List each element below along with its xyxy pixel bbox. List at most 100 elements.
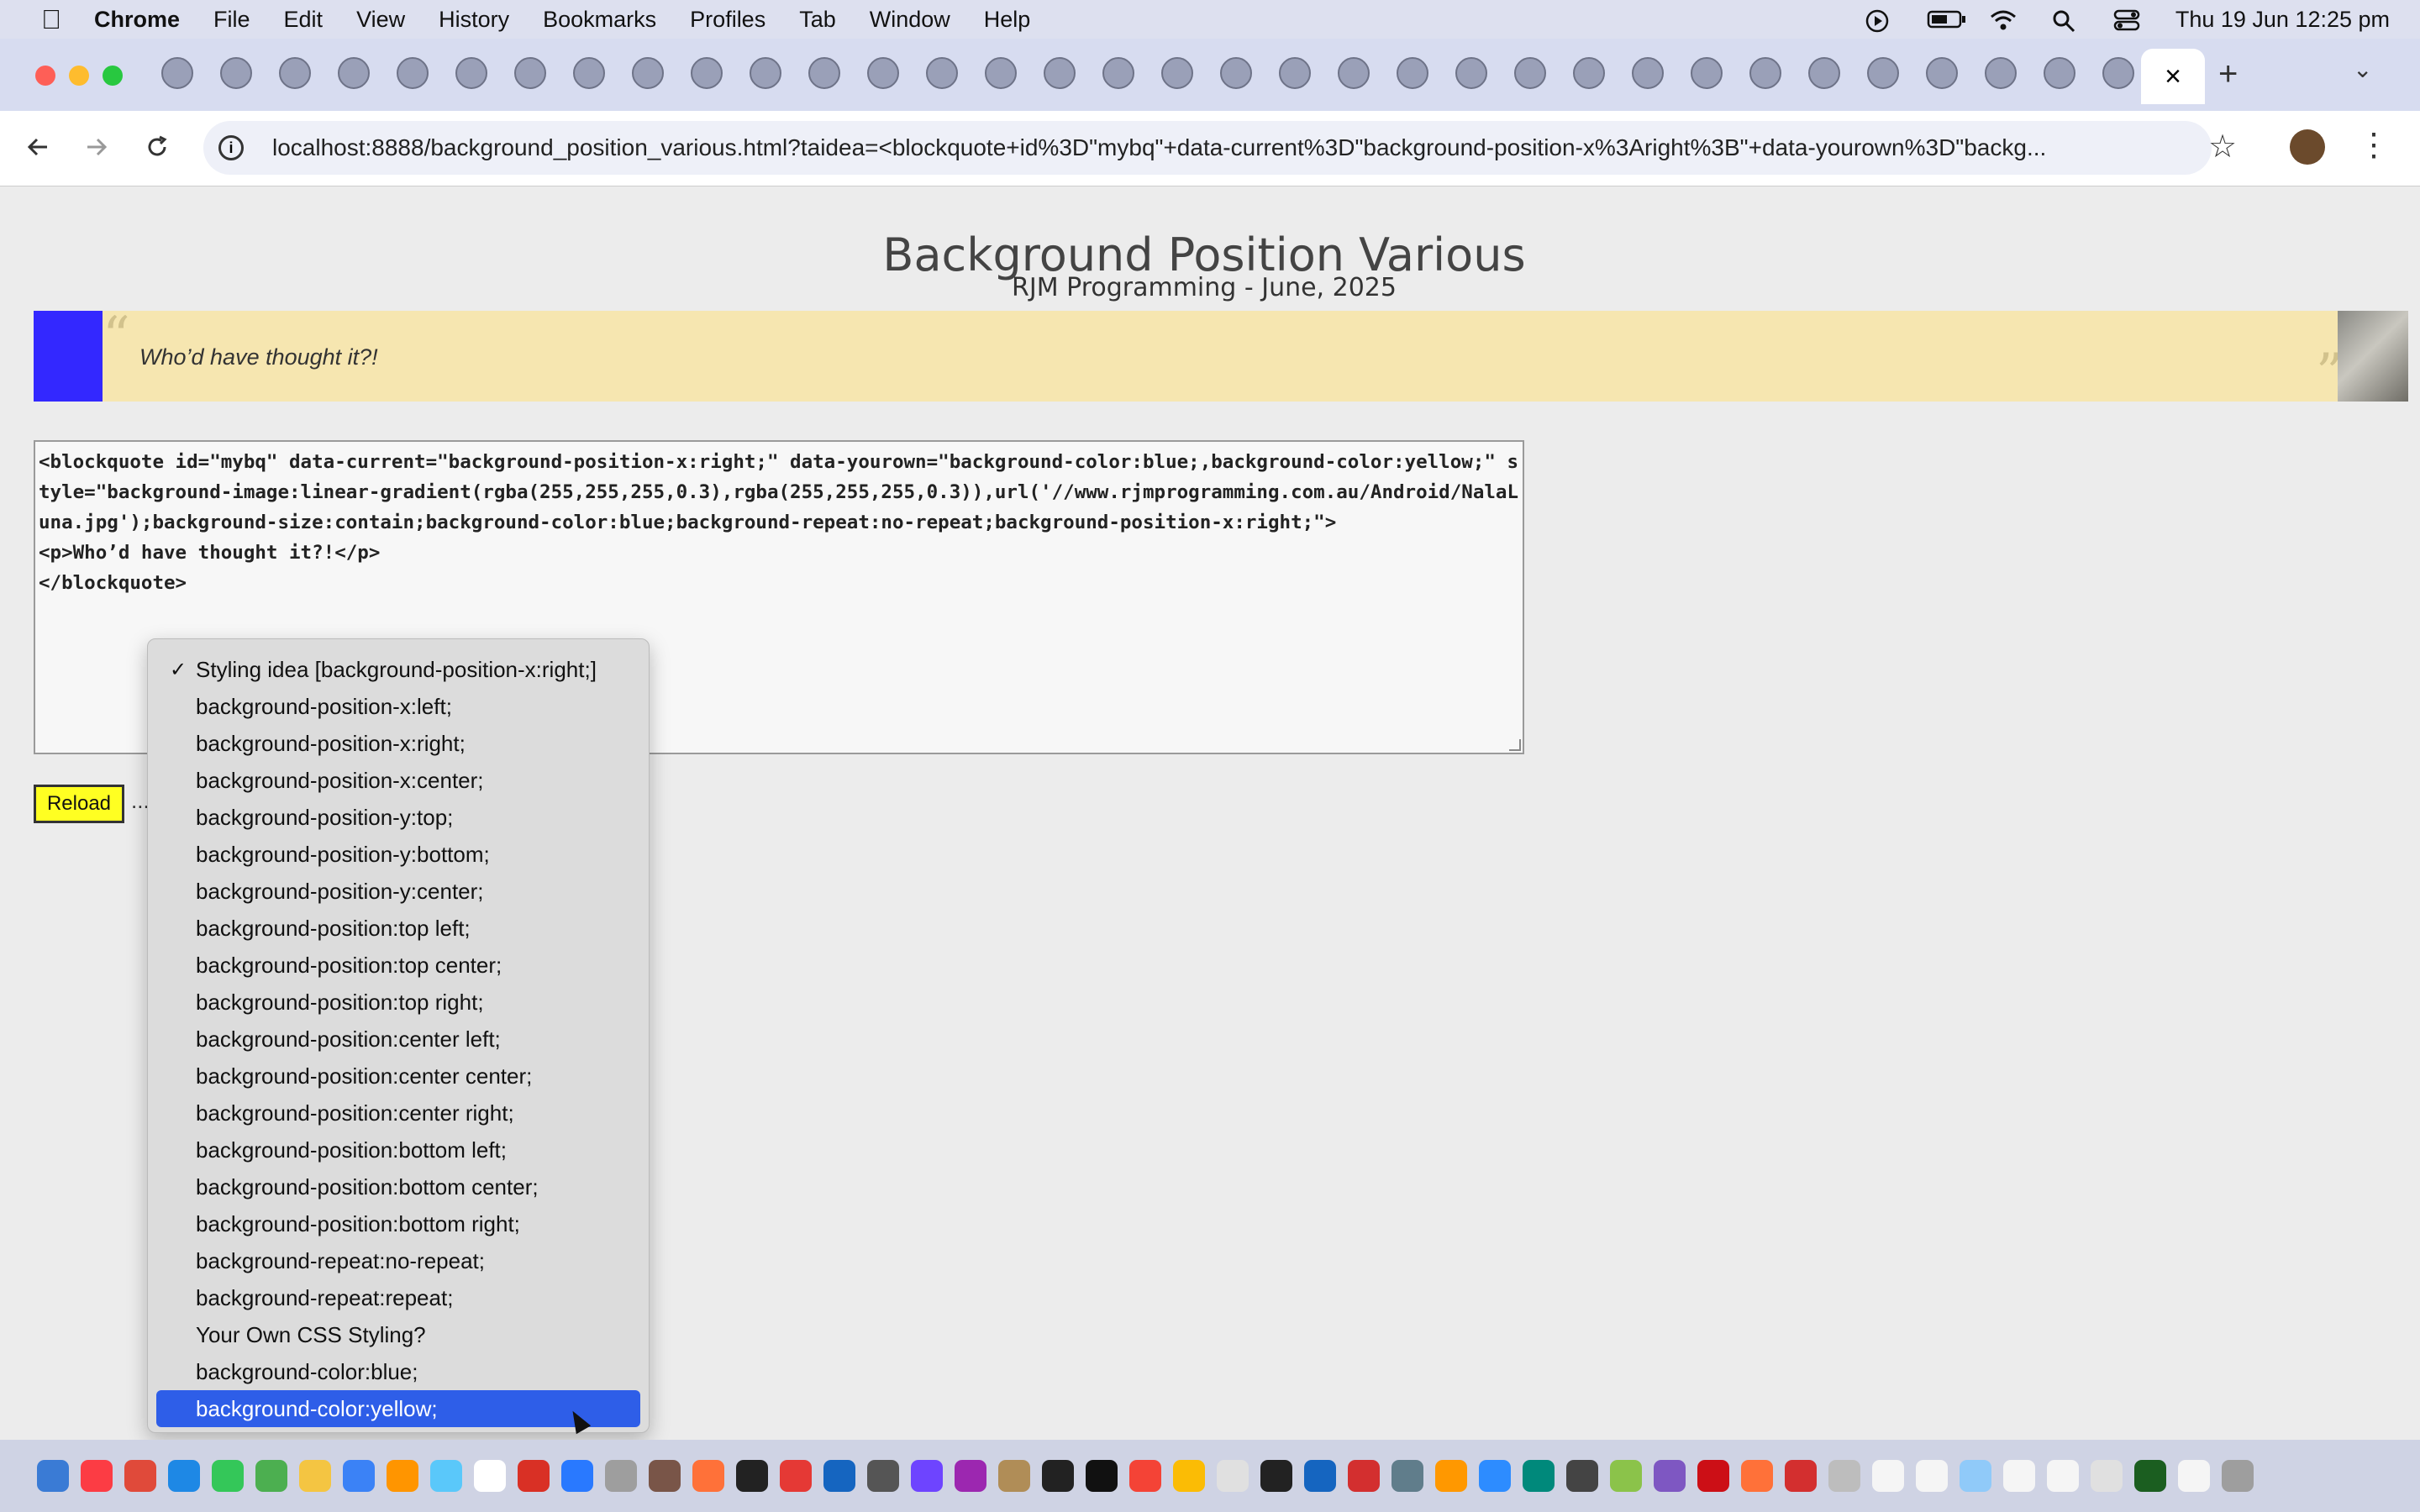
- dock-app-icon[interactable]: [998, 1460, 1030, 1492]
- play-icon[interactable]: [1865, 8, 1893, 33]
- tab-favicon-icon[interactable]: [455, 57, 487, 89]
- dock-app-icon[interactable]: [474, 1460, 506, 1492]
- tab-favicon-icon[interactable]: [808, 57, 840, 89]
- dock-app-icon[interactable]: [780, 1460, 812, 1492]
- dock-app-icon[interactable]: [955, 1460, 986, 1492]
- dropdown-option[interactable]: ✓ Styling idea [background-position-x:rig…: [156, 651, 640, 688]
- dock-app-icon[interactable]: [1654, 1460, 1686, 1492]
- dropdown-option[interactable]: background-repeat:no-repeat;: [156, 1242, 640, 1279]
- dropdown-option[interactable]: background-position:top center;: [156, 947, 640, 984]
- menu-history[interactable]: History: [439, 7, 509, 33]
- dock-app-icon[interactable]: [343, 1460, 375, 1492]
- dropdown-option[interactable]: background-position:center center;: [156, 1058, 640, 1095]
- tab-favicon-icon[interactable]: [1220, 57, 1252, 89]
- dock-app-icon[interactable]: [2178, 1460, 2210, 1492]
- dropdown-option[interactable]: background-color:blue;: [156, 1353, 640, 1390]
- menu-tab[interactable]: Tab: [799, 7, 836, 33]
- tab-favicon-icon[interactable]: [573, 57, 605, 89]
- url-text[interactable]: localhost:8888/background_position_vario…: [272, 134, 2112, 161]
- tab-favicon-icon[interactable]: [161, 57, 193, 89]
- dock-app-icon[interactable]: [1872, 1460, 1904, 1492]
- dock-app-icon[interactable]: [1042, 1460, 1074, 1492]
- dock-app-icon[interactable]: [823, 1460, 855, 1492]
- tab-favicon-icon[interactable]: [1455, 57, 1487, 89]
- dock-app-icon[interactable]: [2047, 1460, 2079, 1492]
- dock-app-icon[interactable]: [37, 1460, 69, 1492]
- tab-favicon-icon[interactable]: [1573, 57, 1605, 89]
- reload-page-icon[interactable]: [136, 126, 178, 168]
- window-close-icon[interactable]: [35, 66, 55, 86]
- control-center-icon[interactable]: [2113, 8, 2142, 31]
- textarea-resize-handle[interactable]: [1509, 739, 1521, 751]
- tab-favicon-icon[interactable]: [1691, 57, 1723, 89]
- styling-select-dropdown[interactable]: ✓ Styling idea [background-position-x:rig…: [147, 638, 650, 1433]
- tab-favicon-icon[interactable]: [1985, 57, 2017, 89]
- menu-help[interactable]: Help: [984, 7, 1031, 33]
- tab-favicon-icon[interactable]: [514, 57, 546, 89]
- tab-favicon-icon[interactable]: [1926, 57, 1958, 89]
- dock-app-icon[interactable]: [867, 1460, 899, 1492]
- dock-app-icon[interactable]: [518, 1460, 550, 1492]
- dropdown-option[interactable]: background-position:bottom right;: [156, 1205, 640, 1242]
- tab-favicon-icon[interactable]: [279, 57, 311, 89]
- battery-icon[interactable]: [1927, 8, 1965, 30]
- tab-favicon-icon[interactable]: [985, 57, 1017, 89]
- tab-favicon-icon[interactable]: [1102, 57, 1134, 89]
- dock-app-icon[interactable]: [2003, 1460, 2035, 1492]
- dock-app-icon[interactable]: [1828, 1460, 1860, 1492]
- dock-app-icon[interactable]: [1566, 1460, 1598, 1492]
- dock-app-icon[interactable]: [1129, 1460, 1161, 1492]
- window-minimize-icon[interactable]: [69, 66, 89, 86]
- dock-app-icon[interactable]: [911, 1460, 943, 1492]
- tab-favicon-icon[interactable]: [1749, 57, 1781, 89]
- forward-arrow-icon[interactable]: [76, 126, 118, 168]
- dropdown-option[interactable]: background-position:top right;: [156, 984, 640, 1021]
- dock-app-icon[interactable]: [649, 1460, 681, 1492]
- menu-edit[interactable]: Edit: [284, 7, 324, 33]
- dock-app-icon[interactable]: [1697, 1460, 1729, 1492]
- tab-favicon-icon[interactable]: [2102, 57, 2134, 89]
- menu-view[interactable]: View: [356, 7, 405, 33]
- dock-app-icon[interactable]: [1086, 1460, 1118, 1492]
- new-tab-button[interactable]: +: [2218, 55, 2238, 93]
- tab-favicon-icon[interactable]: [926, 57, 958, 89]
- tab-close-icon[interactable]: ×: [2165, 60, 2181, 93]
- dock-app-icon[interactable]: [1435, 1460, 1467, 1492]
- dropdown-option[interactable]: background-position-y:center;: [156, 873, 640, 910]
- dropdown-option[interactable]: background-repeat:repeat;: [156, 1279, 640, 1316]
- dock-app-icon[interactable]: [561, 1460, 593, 1492]
- tab-favicon-icon[interactable]: [867, 57, 899, 89]
- menu-bookmarks[interactable]: Bookmarks: [543, 7, 656, 33]
- tab-favicon-icon[interactable]: [632, 57, 664, 89]
- dock-app-icon[interactable]: [212, 1460, 244, 1492]
- dropdown-option[interactable]: background-position:bottom center;: [156, 1168, 640, 1205]
- dropdown-option[interactable]: Your Own CSS Styling?: [156, 1316, 640, 1353]
- dropdown-option[interactable]: background-color:yellow;: [156, 1390, 640, 1427]
- tab-favicon-icon[interactable]: [2044, 57, 2075, 89]
- tab-favicon-icon[interactable]: [220, 57, 252, 89]
- active-tab[interactable]: ×: [2141, 49, 2205, 104]
- bookmark-star-icon[interactable]: ☆: [2208, 128, 2237, 165]
- tab-favicon-icon[interactable]: [397, 57, 429, 89]
- dock-app-icon[interactable]: [736, 1460, 768, 1492]
- apple-menu-icon[interactable]: : [32, 0, 71, 39]
- tab-favicon-icon[interactable]: [1808, 57, 1840, 89]
- tab-favicon-icon[interactable]: [1397, 57, 1428, 89]
- dock-app-icon[interactable]: [1260, 1460, 1292, 1492]
- menu-app-chrome[interactable]: Chrome: [94, 7, 180, 33]
- dock-app-icon[interactable]: [81, 1460, 113, 1492]
- back-arrow-icon[interactable]: [17, 126, 59, 168]
- dock-app-icon[interactable]: [1217, 1460, 1249, 1492]
- tab-favicon-icon[interactable]: [338, 57, 370, 89]
- dropdown-option[interactable]: background-position:center right;: [156, 1095, 640, 1131]
- dock-app-icon[interactable]: [2222, 1460, 2254, 1492]
- dropdown-option[interactable]: background-position:top left;: [156, 910, 640, 947]
- menu-window[interactable]: Window: [870, 7, 950, 33]
- tab-favicon-icon[interactable]: [1338, 57, 1370, 89]
- tab-favicon-icon[interactable]: [1279, 57, 1311, 89]
- site-info-icon[interactable]: i: [218, 135, 244, 160]
- dropdown-option[interactable]: background-position:bottom left;: [156, 1131, 640, 1168]
- window-zoom-icon[interactable]: [103, 66, 123, 86]
- dropdown-option[interactable]: background-position-x:right;: [156, 725, 640, 762]
- menu-profiles[interactable]: Profiles: [690, 7, 765, 33]
